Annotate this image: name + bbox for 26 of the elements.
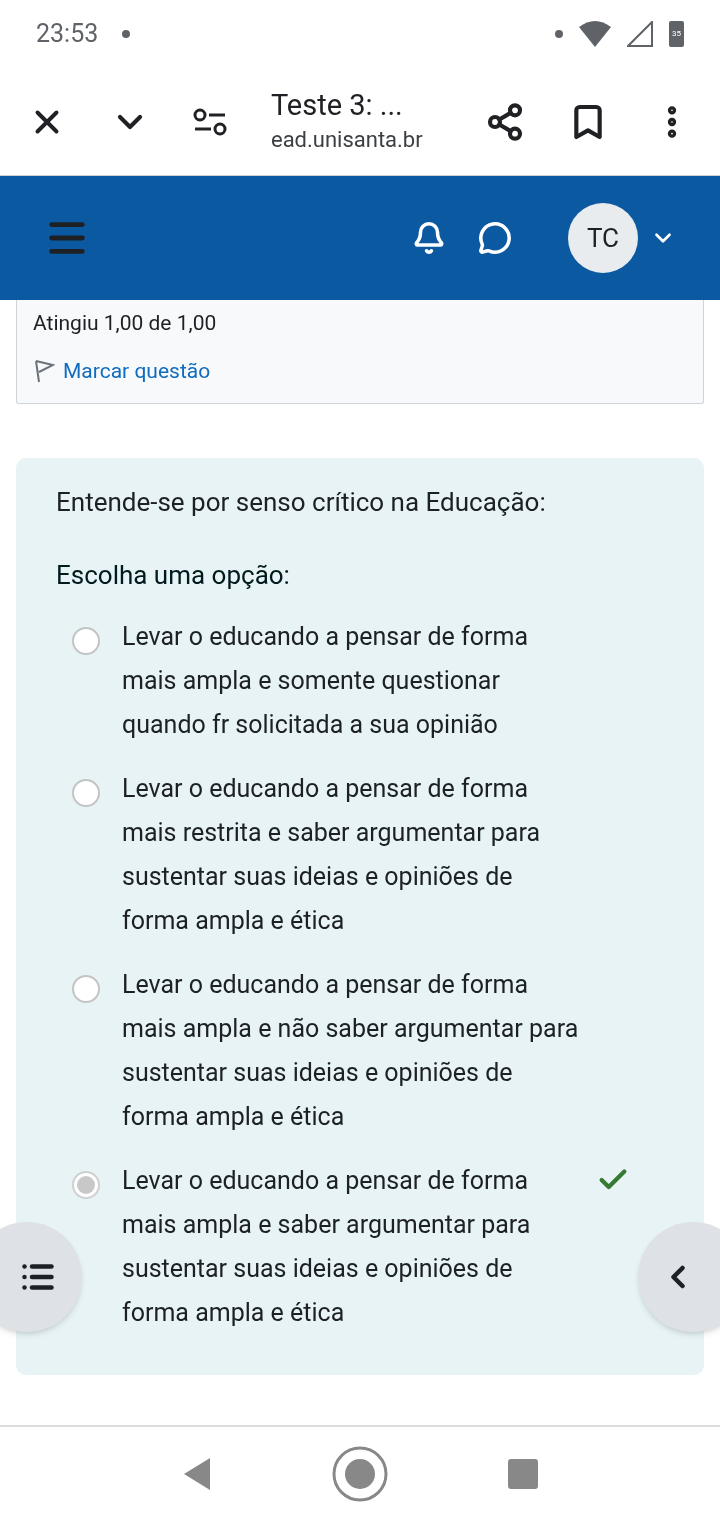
home-icon[interactable]	[332, 1445, 388, 1502]
radio-button[interactable]	[72, 626, 100, 655]
radio-button[interactable]	[72, 974, 100, 1003]
status-time: 23:53	[36, 18, 99, 51]
battery-icon: 35	[669, 21, 684, 47]
radio-button[interactable]	[72, 1170, 100, 1199]
chat-bubble-icon[interactable]	[478, 221, 512, 255]
flag-icon	[33, 359, 55, 384]
option-label: Levar o educando a pensar de forma mais ampla e somente questionar quando fr solicitada a sua opinião	[122, 620, 529, 741]
grade-text: Atingiu 1,00 de 1,00	[33, 310, 218, 337]
bell-icon[interactable]	[412, 221, 446, 255]
page-url: ead.unisanta.br	[270, 126, 424, 155]
user-avatar[interactable]: TC	[568, 203, 638, 273]
recents-icon[interactable]	[508, 1458, 538, 1489]
radio-button[interactable]	[72, 778, 100, 807]
prompt-text: Escolha uma opção:	[56, 558, 291, 592]
page-title: Teste 3: ...	[270, 86, 404, 124]
question-text: Entende-se por senso crítico na Educação:	[56, 486, 547, 519]
option-label: Levar o educando a pensar de forma mais restrita e saber argumentar para sustentar suas ideias e opiniões de forma ampla e ética	[122, 772, 542, 937]
option-label: Levar o educando a pensar de forma mais ampla e não saber argumentar para sustentar suas ideias e opiniões de forma ampla e ética	[122, 968, 580, 1133]
option-label: Levar o educando a pensar de forma mais ampla e saber argumentar para sustentar suas ideias e opiniões de forma ampla e ética	[122, 1164, 532, 1329]
flag-question-link[interactable]: Marcar questão	[63, 355, 211, 387]
back-icon[interactable]	[182, 1456, 212, 1491]
wifi-icon	[579, 21, 611, 47]
signal-icon	[627, 21, 653, 47]
settings-sliders-icon[interactable]	[193, 106, 228, 137]
